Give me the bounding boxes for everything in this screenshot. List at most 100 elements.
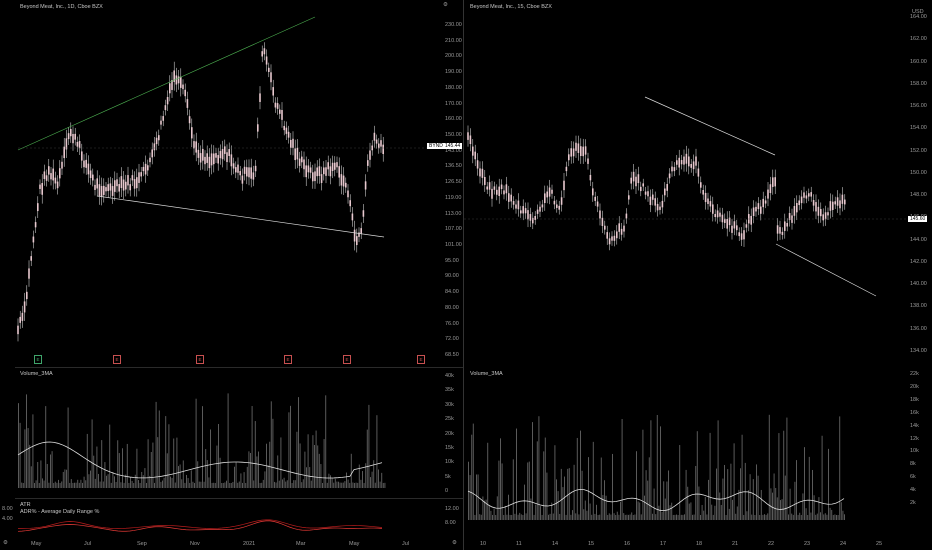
candle [656, 203, 659, 211]
volume-bar [770, 488, 772, 520]
axis-tick-label: 80.00 [445, 304, 459, 311]
volume-bar [615, 514, 617, 520]
time-axis-label: May [349, 541, 360, 547]
candle [683, 156, 685, 165]
volume-bar [354, 482, 355, 488]
trendline-lower [96, 195, 385, 238]
volume-bar [815, 514, 817, 520]
candle [803, 192, 805, 198]
candle [309, 167, 312, 173]
candle [733, 221, 736, 229]
candle [632, 171, 635, 182]
candle [98, 184, 101, 196]
volume-bar [522, 515, 524, 520]
volume-bar [69, 482, 71, 488]
candle [608, 238, 611, 245]
right-time-axis[interactable]: 10 11 14 15 16 17 18 21 22 23 24 25 [464, 538, 908, 550]
volume-bar [796, 460, 797, 520]
candle [362, 210, 365, 217]
candle [283, 125, 285, 131]
volume-bar [520, 514, 522, 520]
volume-bar [831, 509, 833, 520]
candle [182, 84, 184, 90]
volume-bar [828, 448, 829, 520]
candle [810, 192, 812, 197]
candle [281, 110, 283, 120]
volume-bar [783, 430, 785, 520]
volume-bar [607, 514, 609, 520]
volume-bar [594, 513, 596, 520]
candle [546, 191, 548, 198]
earnings-badge[interactable]: E [113, 355, 121, 364]
volume-bar [661, 511, 663, 520]
left-volume-separator [15, 367, 463, 368]
earnings-badge[interactable]: E [34, 355, 42, 364]
volume-bar [780, 500, 781, 520]
volume-bar [565, 514, 567, 520]
earnings-badge[interactable]: E [284, 355, 292, 364]
candle [517, 200, 520, 210]
candle [709, 201, 712, 207]
candle [59, 168, 61, 179]
adr-line [17, 520, 383, 532]
volume-bar [237, 482, 239, 488]
left-settings-icon[interactable]: ⚙ [3, 540, 8, 546]
candle [169, 83, 171, 94]
candle [336, 162, 338, 168]
left-price-axis[interactable]: 230.00 210.00 200.00 190.00 180.00 170.00 160.… [443, 0, 463, 365]
axis-tick-label: 162.00 [910, 36, 927, 43]
volume-bar [759, 514, 761, 520]
volume-bar [187, 478, 189, 488]
axis-tick-label: 76.00 [445, 320, 459, 327]
volume-bar [836, 514, 837, 520]
volume-bar [227, 393, 229, 488]
volume-bar [752, 479, 754, 520]
volume-bar [525, 513, 527, 520]
volume-bar [163, 477, 165, 488]
right-lower-axis[interactable]: 12.00 8.00 [443, 500, 463, 538]
earnings-badge[interactable]: E [343, 355, 351, 364]
time-axis-label: 2021 [243, 541, 256, 547]
candle [378, 143, 380, 149]
candle [74, 133, 76, 140]
candle [671, 166, 673, 172]
axis-tick-label: 72.00 [445, 336, 459, 343]
left-time-axis[interactable]: May Jul Sep Nov 2021 Mar May Jul [15, 538, 443, 550]
volume-bar [261, 482, 263, 488]
volume-bar [671, 502, 673, 520]
volume-bar [738, 489, 740, 520]
volume-bar [40, 460, 42, 488]
right-chart-title: Beyond Meat, Inc., 15, Cboe BZX [470, 4, 552, 10]
volume-bar [139, 482, 141, 488]
left-price-chart[interactable] [0, 0, 932, 550]
volume-bar [38, 482, 40, 488]
candle [541, 204, 544, 208]
volume-bar [663, 481, 665, 520]
earnings-badge[interactable]: E [196, 355, 204, 364]
axis-tick-label: 152.00 [910, 147, 927, 154]
volume-bar [325, 395, 327, 488]
axis-tick-label: 30k [445, 401, 454, 408]
volume-bar [572, 510, 573, 520]
candle [829, 201, 832, 211]
left-atr-axis[interactable]: 8.00 4.00 [0, 500, 15, 538]
candle [661, 200, 664, 208]
candle [596, 201, 599, 207]
candle [151, 149, 153, 158]
right-volume-axis[interactable]: 22k 20k 18k 16k 14k 12k 10k 8k 6k 4k 2k [908, 368, 932, 506]
candle [274, 102, 277, 108]
right-price-axis[interactable]: 164.00 162.00 160.00 158.00 156.00 154.00 152.… [908, 0, 932, 365]
candle [206, 153, 208, 163]
axis-tick-label: 144.00 [910, 236, 927, 243]
pane-divider[interactable] [463, 0, 464, 550]
candle [491, 188, 493, 199]
volume-bar [471, 434, 473, 520]
candle [241, 175, 244, 184]
left-volume-axis[interactable]: 40k 35k 30k 25k 20k 15k 10k 5k 0 [443, 368, 463, 498]
earnings-badge[interactable]: E [417, 355, 425, 364]
volume-bar [797, 514, 799, 520]
volume-bar [210, 429, 211, 488]
left-settings-icon-top[interactable]: ⚙ [443, 2, 448, 8]
volume-bar [647, 480, 649, 520]
right-settings-icon[interactable]: ⚙ [452, 540, 457, 546]
